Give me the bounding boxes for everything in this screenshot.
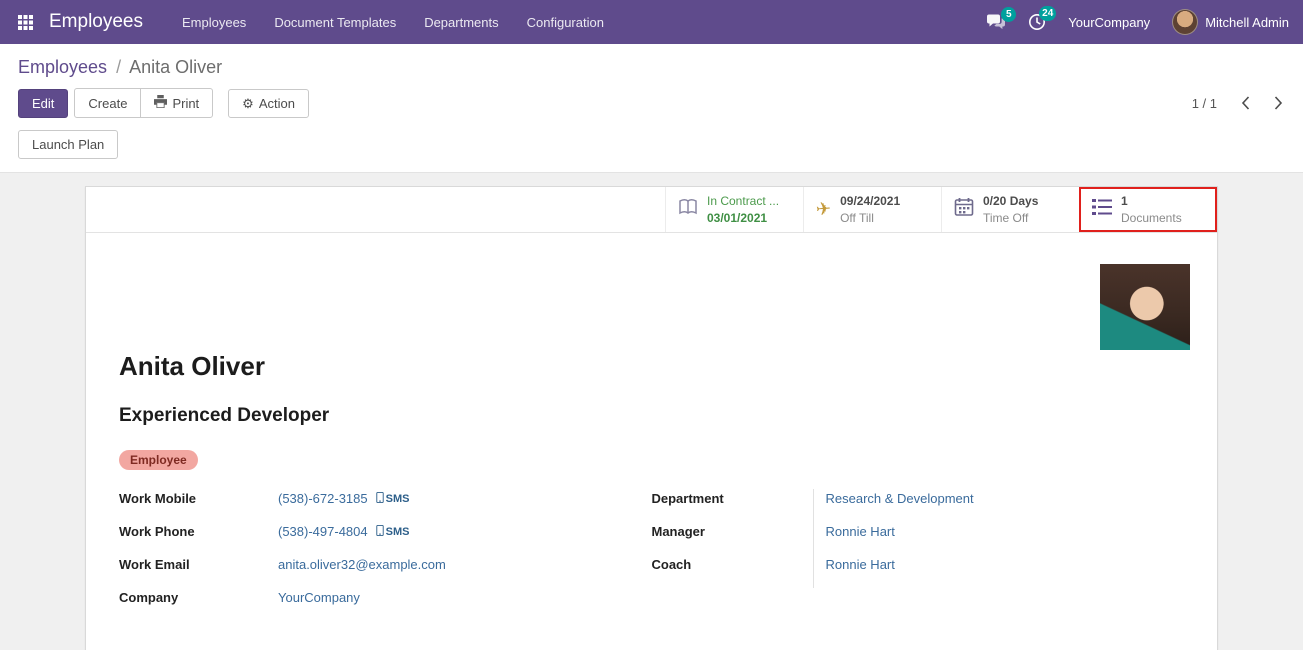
work-phone-label: Work Phone — [119, 522, 278, 539]
create-button[interactable]: Create — [74, 88, 141, 118]
menu-departments[interactable]: Departments — [411, 2, 511, 43]
control-panel: Employees / Anita Oliver Edit Create Pri… — [0, 44, 1303, 173]
printer-icon — [154, 95, 167, 111]
launch-plan-button[interactable]: Launch Plan — [18, 130, 118, 159]
company-value[interactable]: YourCompany — [278, 590, 360, 605]
field-manager: Manager Ronnie Hart — [652, 522, 1185, 555]
company-switcher[interactable]: YourCompany — [1068, 15, 1150, 30]
top-navbar: Employees Employees Document Templates D… — [0, 0, 1303, 44]
app-name[interactable]: Employees — [49, 11, 143, 33]
work-email-label: Work Email — [119, 555, 278, 572]
action-label: Action — [259, 96, 295, 111]
stat-button-contract[interactable]: In Contract ... 03/01/2021 — [665, 187, 803, 232]
field-department: Department Research & Development — [652, 489, 1185, 522]
field-coach: Coach Ronnie Hart — [652, 555, 1185, 588]
pager-value: 1 / 1 — [1192, 96, 1217, 111]
mobile-phone-icon — [376, 524, 384, 539]
menu-employees[interactable]: Employees — [169, 2, 259, 43]
field-work-mobile: Work Mobile (538)-672-3185 SMS — [119, 489, 652, 522]
menu-configuration[interactable]: Configuration — [514, 2, 617, 43]
pager-previous-icon[interactable] — [1239, 94, 1252, 112]
sms-label: SMS — [386, 526, 410, 538]
activities-clock-icon[interactable]: 24 — [1028, 13, 1046, 31]
employee-photo — [1100, 264, 1190, 350]
stat-button-documents[interactable]: 1 Documents — [1079, 187, 1217, 232]
documents-count: 1 — [1121, 193, 1182, 209]
time-off-days: 0/20 Days — [983, 193, 1038, 209]
breadcrumb-parent[interactable]: Employees — [18, 57, 107, 77]
manager-label: Manager — [652, 522, 813, 539]
app-menu: Employees Document Templates Departments… — [169, 2, 617, 43]
off-till-date: 09/24/2021 — [840, 193, 900, 209]
form-view-background: In Contract ... 03/01/2021 ✈ 09/24/2021 … — [0, 173, 1303, 650]
contract-date: 03/01/2021 — [707, 210, 779, 226]
breadcrumb: Employees / Anita Oliver — [0, 44, 1303, 82]
work-email-value[interactable]: anita.oliver32@example.com — [278, 557, 446, 572]
department-label: Department — [652, 489, 813, 506]
sms-label: SMS — [386, 493, 410, 505]
pager: 1 / 1 — [1192, 94, 1285, 112]
contract-book-icon — [678, 198, 698, 221]
user-avatar — [1172, 9, 1198, 35]
work-phone-sms-button[interactable]: SMS — [376, 524, 410, 539]
messages-icon[interactable]: 5 — [986, 14, 1006, 31]
plane-icon: ✈ — [815, 198, 832, 220]
employee-name: Anita Oliver — [119, 351, 1184, 382]
work-mobile-value[interactable]: (538)-672-3185 — [278, 491, 368, 506]
field-company: Company YourCompany — [119, 588, 652, 621]
work-mobile-label: Work Mobile — [119, 489, 278, 506]
company-label: Company — [119, 588, 278, 605]
messages-badge: 5 — [1001, 7, 1016, 22]
breadcrumb-current: Anita Oliver — [129, 57, 222, 77]
stat-button-time-off[interactable]: 0/20 Days Time Off — [941, 187, 1079, 232]
apps-grid-icon[interactable] — [12, 9, 39, 36]
contract-status: In Contract ... — [707, 193, 779, 209]
documents-label: Documents — [1121, 210, 1182, 226]
work-mobile-sms-button[interactable]: SMS — [376, 491, 410, 506]
mobile-phone-icon — [376, 491, 384, 506]
work-phone-value[interactable]: (538)-497-4804 — [278, 524, 368, 539]
employee-job-title: Experienced Developer — [119, 405, 1184, 427]
employee-form-sheet: In Contract ... 03/01/2021 ✈ 09/24/2021 … — [85, 186, 1218, 650]
calendar-icon — [954, 197, 974, 222]
coach-value[interactable]: Ronnie Hart — [826, 557, 895, 572]
employee-tag: Employee — [119, 450, 198, 470]
department-value[interactable]: Research & Development — [826, 491, 974, 506]
field-work-email: Work Email anita.oliver32@example.com — [119, 555, 652, 588]
time-off-label: Time Off — [983, 210, 1038, 226]
off-till-label: Off Till — [840, 210, 900, 226]
print-label: Print — [172, 96, 199, 111]
coach-label: Coach — [652, 555, 813, 572]
menu-document-templates[interactable]: Document Templates — [261, 2, 409, 43]
field-work-phone: Work Phone (538)-497-4804 SMS — [119, 522, 652, 555]
action-button[interactable]: ⚙ Action — [228, 89, 309, 118]
manager-value[interactable]: Ronnie Hart — [826, 524, 895, 539]
edit-button[interactable]: Edit — [18, 89, 68, 118]
user-menu[interactable]: Mitchell Admin — [1172, 9, 1289, 35]
stat-button-row: In Contract ... 03/01/2021 ✈ 09/24/2021 … — [86, 187, 1217, 233]
breadcrumb-separator: / — [116, 57, 121, 77]
documents-list-icon — [1092, 198, 1112, 221]
print-button[interactable]: Print — [140, 88, 213, 118]
pager-next-icon[interactable] — [1272, 94, 1285, 112]
activities-badge: 24 — [1039, 6, 1056, 21]
gear-icon: ⚙ — [242, 97, 254, 110]
user-name: Mitchell Admin — [1205, 15, 1289, 30]
employee-field-group: Work Mobile (538)-672-3185 SMS Work Phon… — [119, 489, 1184, 621]
stat-button-off-till[interactable]: ✈ 09/24/2021 Off Till — [803, 187, 941, 232]
